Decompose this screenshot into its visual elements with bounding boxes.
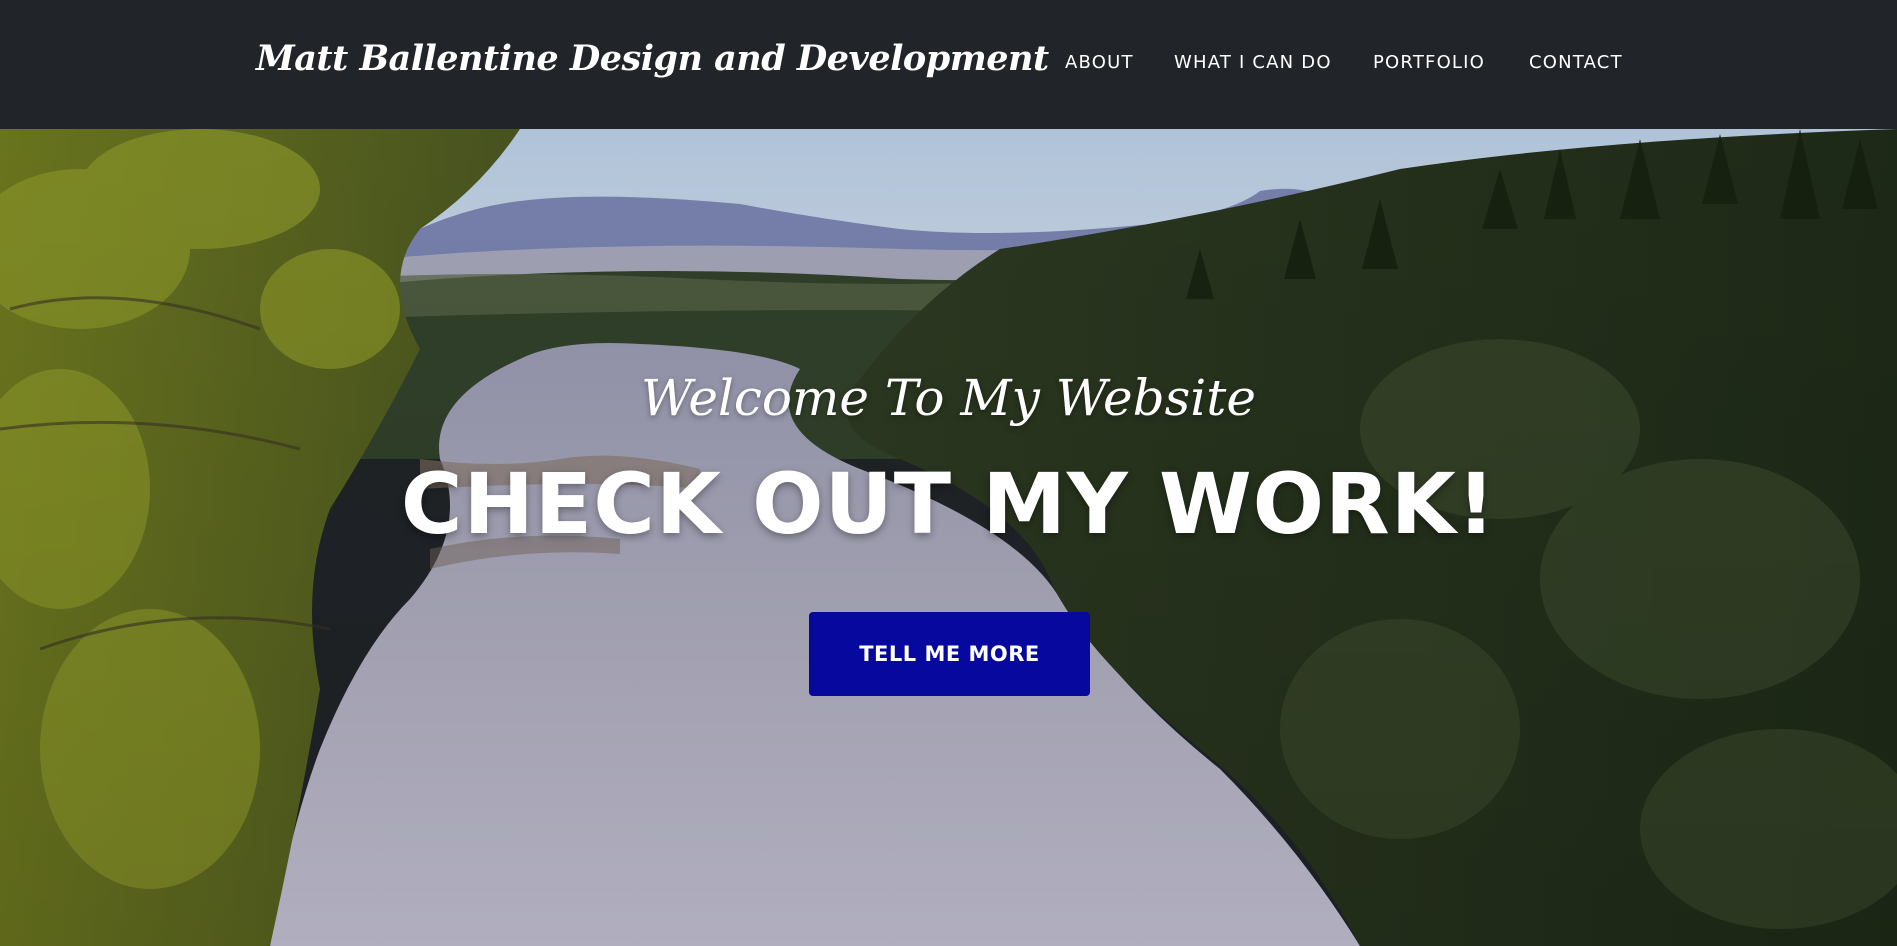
nav-link-about[interactable]: ABOUT: [1065, 52, 1134, 73]
hero-subheading: Welcome To My Website: [641, 369, 1256, 427]
hero-section: Welcome To My Website CHECK OUT MY WORK!…: [0, 129, 1897, 946]
nav-link-contact[interactable]: CONTACT: [1529, 52, 1623, 73]
navbar: Matt Ballentine Design and Development A…: [0, 0, 1897, 129]
hero-heading: CHECK OUT MY WORK!: [400, 455, 1497, 553]
nav-link-what-i-can-do[interactable]: WHAT I CAN DO: [1174, 52, 1332, 73]
nav-links: ABOUT WHAT I CAN DO PORTFOLIO CONTACT: [0, 52, 1897, 76]
nav-link-portfolio[interactable]: PORTFOLIO: [1373, 52, 1485, 73]
tell-me-more-button[interactable]: TELL ME MORE: [809, 612, 1090, 696]
